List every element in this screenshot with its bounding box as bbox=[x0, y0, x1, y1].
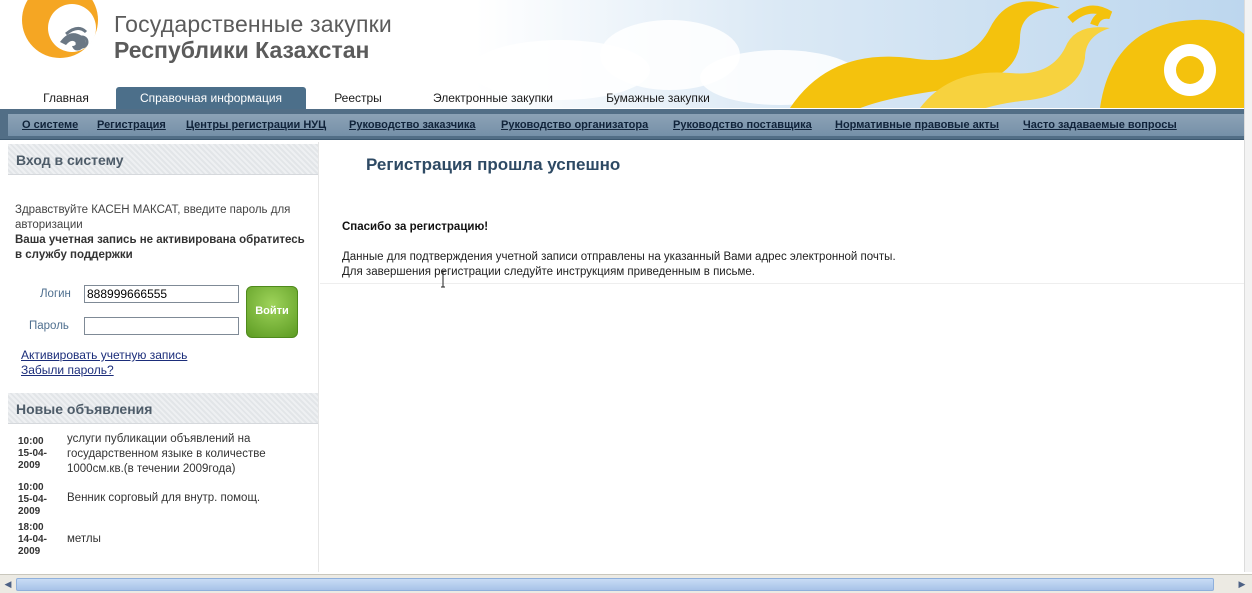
news-box-header: Новые объявления bbox=[8, 393, 318, 424]
site-title-line2: Республики Казахстан bbox=[114, 37, 370, 63]
news-item-link[interactable]: услуги публикации объявлений на государс… bbox=[67, 432, 292, 477]
news-item-link[interactable]: метлы bbox=[67, 532, 292, 547]
text-cursor-icon bbox=[441, 270, 445, 288]
login-box-header: Вход в систему bbox=[8, 144, 318, 175]
news-box-heading: Новые объявления bbox=[16, 401, 153, 417]
instructions-info: Для завершения регистрации следуйте инст… bbox=[342, 266, 755, 278]
tab-home[interactable]: Главная bbox=[20, 87, 112, 109]
scroll-right-arrow-icon[interactable]: ▶ bbox=[1236, 578, 1248, 590]
scrollbar-thumb[interactable] bbox=[16, 578, 1214, 591]
subnav-legal-acts[interactable]: Нормативные правовые акты bbox=[835, 119, 999, 131]
main-navigation: Главная Справочная информация Реестры Эл… bbox=[0, 87, 1252, 109]
news-item-time: 18:00 14-04-2009 bbox=[18, 522, 47, 557]
right-window-edge bbox=[1244, 0, 1252, 572]
confirmation-info: Данные для подтверждения учетной записи … bbox=[342, 251, 896, 263]
scroll-left-arrow-icon[interactable]: ◀ bbox=[2, 578, 14, 590]
site-title-line1: Государственные закупки bbox=[114, 11, 392, 37]
tab-reference-info[interactable]: Справочная информация bbox=[116, 87, 306, 109]
news-item-link[interactable]: Венник сорговый для внутр. помощ. bbox=[67, 491, 292, 506]
subnav-supplier-guide[interactable]: Руководство поставщика bbox=[673, 119, 812, 131]
news-item-time: 10:00 15-04-2009 bbox=[18, 436, 47, 471]
subnav-registration-centers[interactable]: Центры регистрации НУЦ bbox=[186, 119, 326, 131]
subnav-organizer-guide[interactable]: Руководство организатора bbox=[501, 119, 648, 131]
forgot-password-link[interactable]: Забыли пароль? bbox=[21, 363, 114, 377]
login-label: Логин bbox=[40, 288, 71, 300]
activate-account-link[interactable]: Активировать учетную запись bbox=[21, 348, 187, 362]
state-emblem-logo bbox=[22, 0, 98, 58]
sub-navigation: О системе Регистрация Центры регистрации… bbox=[0, 109, 1252, 140]
login-greeting: Здравствуйте КАСЕН МАКСАТ, введите парол… bbox=[15, 204, 291, 231]
left-sidebar: Вход в систему Здравствуйте КАСЕН МАКСАТ… bbox=[6, 142, 319, 572]
login-box-heading: Вход в систему bbox=[16, 152, 124, 168]
login-button[interactable]: Войти bbox=[246, 286, 298, 338]
subnav-customer-guide[interactable]: Руководство заказчика bbox=[349, 119, 475, 131]
page-title: Регистрация прошла успешно bbox=[366, 155, 621, 174]
tab-paper-procurement[interactable]: Бумажные закупки bbox=[590, 87, 726, 109]
subnav-faq[interactable]: Часто задаваемые вопросы bbox=[1023, 119, 1177, 131]
login-input[interactable] bbox=[84, 285, 239, 303]
thanks-message: Спасибо за регистрацию! bbox=[342, 221, 489, 233]
news-item-time: 10:00 15-04-2009 bbox=[18, 482, 47, 517]
password-label: Пароль bbox=[29, 320, 69, 332]
tab-registries[interactable]: Реестры bbox=[318, 87, 398, 109]
subnav-about-system[interactable]: О системе bbox=[22, 119, 78, 131]
account-not-activated-warning: Ваша учетная запись не активирована обра… bbox=[15, 234, 305, 261]
password-input[interactable] bbox=[84, 317, 239, 335]
subnav-registration[interactable]: Регистрация bbox=[97, 119, 166, 131]
tab-electronic-procurement[interactable]: Электронные закупки bbox=[412, 87, 574, 109]
horizontal-scrollbar[interactable]: ◀ ▶ bbox=[0, 574, 1252, 593]
